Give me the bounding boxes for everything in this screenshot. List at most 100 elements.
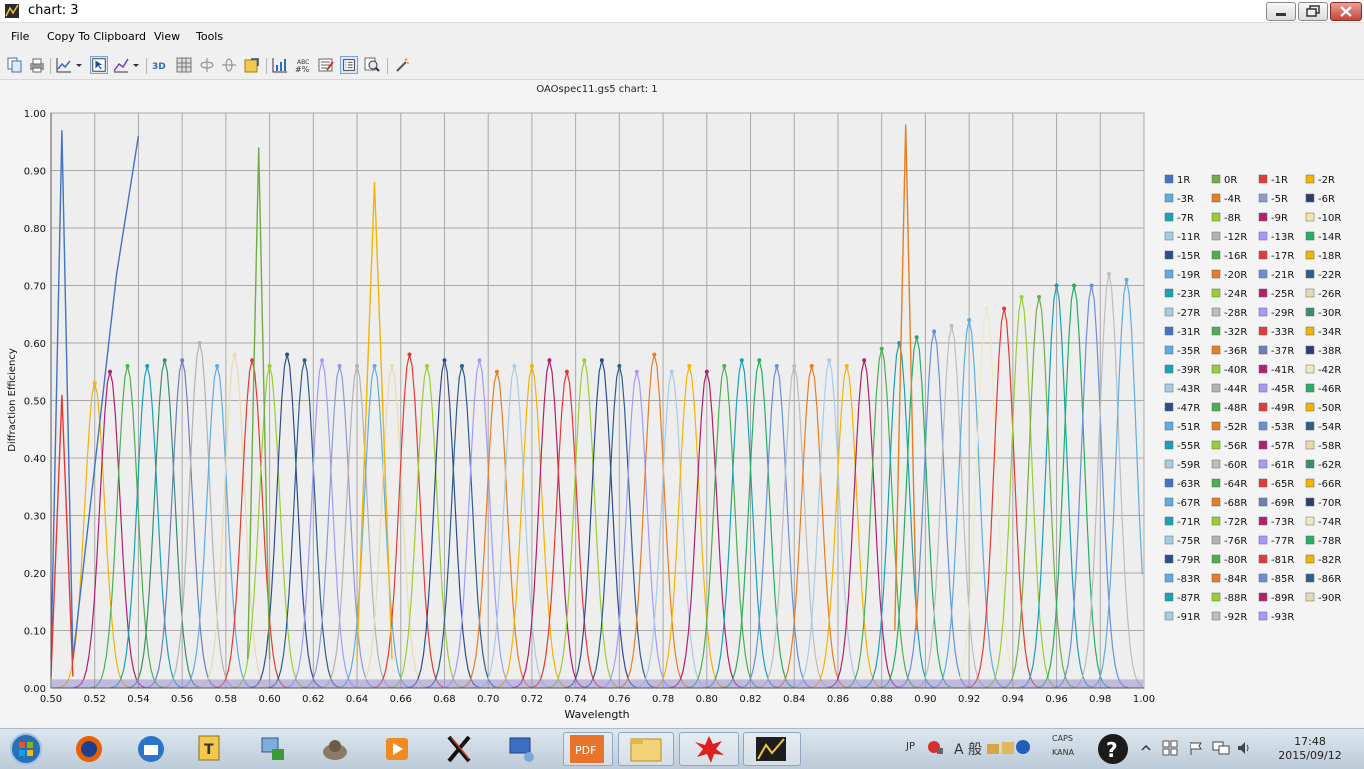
legend-label: -52R bbox=[1224, 422, 1247, 433]
media-player-icon[interactable] bbox=[378, 732, 416, 766]
legend-swatch bbox=[1305, 402, 1315, 412]
legend-label: -8R bbox=[1224, 213, 1241, 224]
ime-bar-icon[interactable] bbox=[926, 738, 944, 756]
y-tick-label: 0.40 bbox=[24, 454, 46, 465]
menu-file[interactable]: File bbox=[11, 30, 29, 43]
ime-mode[interactable]: A 般 bbox=[954, 739, 982, 759]
order-peak-marker bbox=[529, 364, 534, 368]
line-style-icon[interactable] bbox=[112, 56, 130, 74]
order-peak-marker bbox=[617, 364, 622, 368]
order-peak-marker bbox=[844, 364, 849, 368]
legend-label: -68R bbox=[1224, 498, 1247, 509]
legend-label: -9R bbox=[1271, 213, 1288, 224]
x-axis-label: Wavelength bbox=[564, 708, 629, 721]
start-orb-icon[interactable] bbox=[4, 732, 48, 766]
remote-desktop-icon[interactable] bbox=[502, 732, 540, 766]
select-tool-icon[interactable] bbox=[90, 56, 108, 74]
legend-swatch bbox=[1258, 554, 1268, 564]
export-icon[interactable] bbox=[243, 56, 261, 74]
print-icon[interactable] bbox=[28, 56, 46, 74]
legend-label: -91R bbox=[1177, 612, 1200, 623]
gimp-icon[interactable] bbox=[316, 732, 354, 766]
copy-icon[interactable] bbox=[6, 56, 24, 74]
flag-icon[interactable] bbox=[1188, 740, 1204, 756]
file-explorer-taskbar-button[interactable] bbox=[618, 732, 674, 766]
close-button[interactable] bbox=[1330, 2, 1362, 21]
legend-label: -27R bbox=[1177, 308, 1200, 319]
help-icon[interactable]: ? bbox=[1096, 732, 1130, 766]
thunderbird-icon[interactable] bbox=[132, 732, 170, 766]
notepad-t-icon[interactable]: T bbox=[190, 732, 228, 766]
network-icon[interactable] bbox=[1212, 740, 1230, 756]
legend-swatch bbox=[1211, 193, 1221, 203]
legend-toggle-icon[interactable] bbox=[340, 56, 358, 74]
chart: OAOspec11.gs5 chart: 1 0.50 0.52 0.54 0.56 0… bbox=[0, 80, 1364, 725]
menu-copy-to-clipboard[interactable]: Copy To Clipboard bbox=[47, 30, 146, 43]
splash-app-icon bbox=[695, 736, 724, 763]
order-peak-marker bbox=[809, 364, 814, 368]
windows-flag-icon[interactable] bbox=[1162, 740, 1178, 756]
close-icon bbox=[1340, 6, 1352, 17]
ime-tools-icon[interactable] bbox=[986, 738, 1030, 756]
restore-icon bbox=[1306, 5, 1320, 17]
order-peak-marker bbox=[459, 364, 464, 368]
legend-swatch bbox=[1258, 174, 1268, 184]
3d-icon[interactable]: 3D bbox=[151, 56, 169, 74]
legend-swatch bbox=[1305, 269, 1315, 279]
grid-icon[interactable] bbox=[175, 56, 193, 74]
legend-label: -59R bbox=[1177, 460, 1200, 471]
rotate-y-icon[interactable] bbox=[220, 56, 238, 74]
splash-app-taskbar-button[interactable] bbox=[679, 732, 739, 766]
order-peak-marker bbox=[145, 364, 150, 368]
legend-label: -19R bbox=[1177, 270, 1200, 281]
order-peak-marker bbox=[652, 352, 657, 357]
legend-label: -77R bbox=[1271, 536, 1294, 547]
menu-tools[interactable]: Tools bbox=[196, 30, 223, 43]
legend-label: -85R bbox=[1271, 574, 1294, 585]
menu-view[interactable]: View bbox=[154, 30, 180, 43]
order-peak-marker bbox=[564, 369, 569, 374]
zoom-icon[interactable] bbox=[363, 56, 381, 74]
magic-wand-icon[interactable] bbox=[393, 56, 411, 74]
legend-label: -36R bbox=[1224, 346, 1247, 357]
rotate-x-icon[interactable] bbox=[198, 56, 216, 74]
minimize-button[interactable] bbox=[1266, 2, 1296, 21]
legend-label: -33R bbox=[1271, 327, 1294, 338]
legend-label: -23R bbox=[1177, 289, 1200, 300]
legend-swatch bbox=[1258, 307, 1268, 317]
order-peak-marker bbox=[704, 369, 709, 374]
legend-swatch bbox=[1305, 459, 1315, 469]
show-hidden-icons-icon[interactable] bbox=[1140, 742, 1152, 754]
legend-label: -45R bbox=[1271, 384, 1294, 395]
chart-type-icon[interactable] bbox=[55, 56, 73, 74]
legend-swatch bbox=[1211, 383, 1221, 393]
restore-button[interactable] bbox=[1298, 2, 1328, 21]
dropdown-icon[interactable] bbox=[74, 56, 84, 74]
legend-swatch bbox=[1305, 497, 1315, 507]
labels-icon[interactable]: ABC#% bbox=[294, 56, 312, 74]
legend-label: -28R bbox=[1224, 308, 1247, 319]
legend-swatch bbox=[1305, 440, 1315, 450]
legend-swatch bbox=[1164, 611, 1174, 621]
order-peak-marker bbox=[1072, 283, 1077, 288]
pdf-icon: PDF bbox=[570, 735, 604, 763]
tray-language[interactable]: JP bbox=[906, 741, 915, 752]
axis-settings-icon[interactable] bbox=[271, 56, 289, 74]
legend-swatch bbox=[1211, 440, 1221, 450]
chart-app-icon bbox=[5, 4, 19, 18]
legend-label: -76R bbox=[1224, 536, 1247, 547]
legend-swatch bbox=[1258, 440, 1268, 450]
dropdown-icon[interactable] bbox=[131, 56, 141, 74]
legend-swatch bbox=[1211, 231, 1221, 241]
firefox-icon[interactable] bbox=[70, 732, 108, 766]
network-lock-icon[interactable] bbox=[254, 732, 292, 766]
legend-label: -46R bbox=[1318, 384, 1341, 395]
volume-icon[interactable] bbox=[1236, 740, 1252, 756]
legend-label: -6R bbox=[1318, 194, 1335, 205]
chart-app-taskbar-button[interactable] bbox=[743, 732, 801, 766]
pdf-taskbar-button[interactable]: PDF bbox=[563, 732, 613, 766]
system-clock[interactable]: 17:48 2015/09/12 bbox=[1268, 735, 1352, 763]
series-edit-icon[interactable] bbox=[317, 56, 335, 74]
legend-label: -3R bbox=[1177, 194, 1194, 205]
x-app-icon[interactable] bbox=[440, 732, 478, 766]
